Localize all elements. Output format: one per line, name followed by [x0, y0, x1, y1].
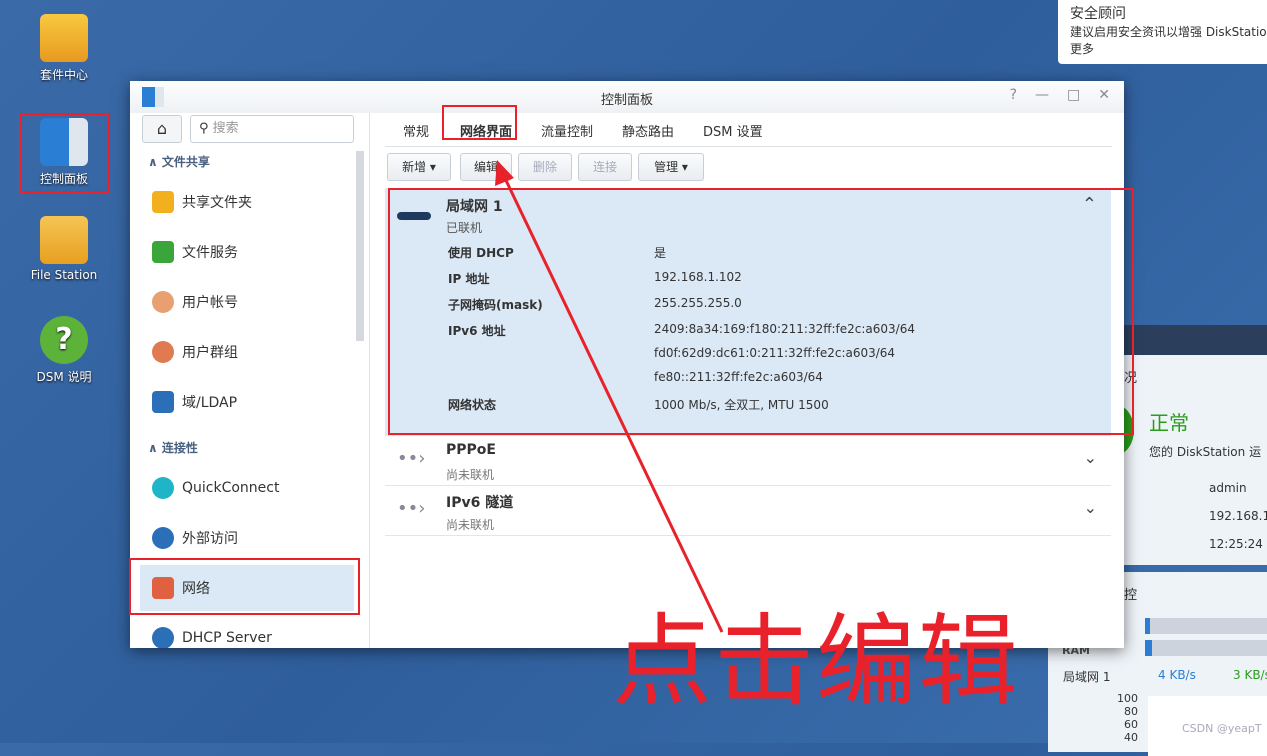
annotation-text: 点击编辑: [612, 603, 1020, 720]
watermark: CSDN @yeapT: [1182, 722, 1262, 735]
